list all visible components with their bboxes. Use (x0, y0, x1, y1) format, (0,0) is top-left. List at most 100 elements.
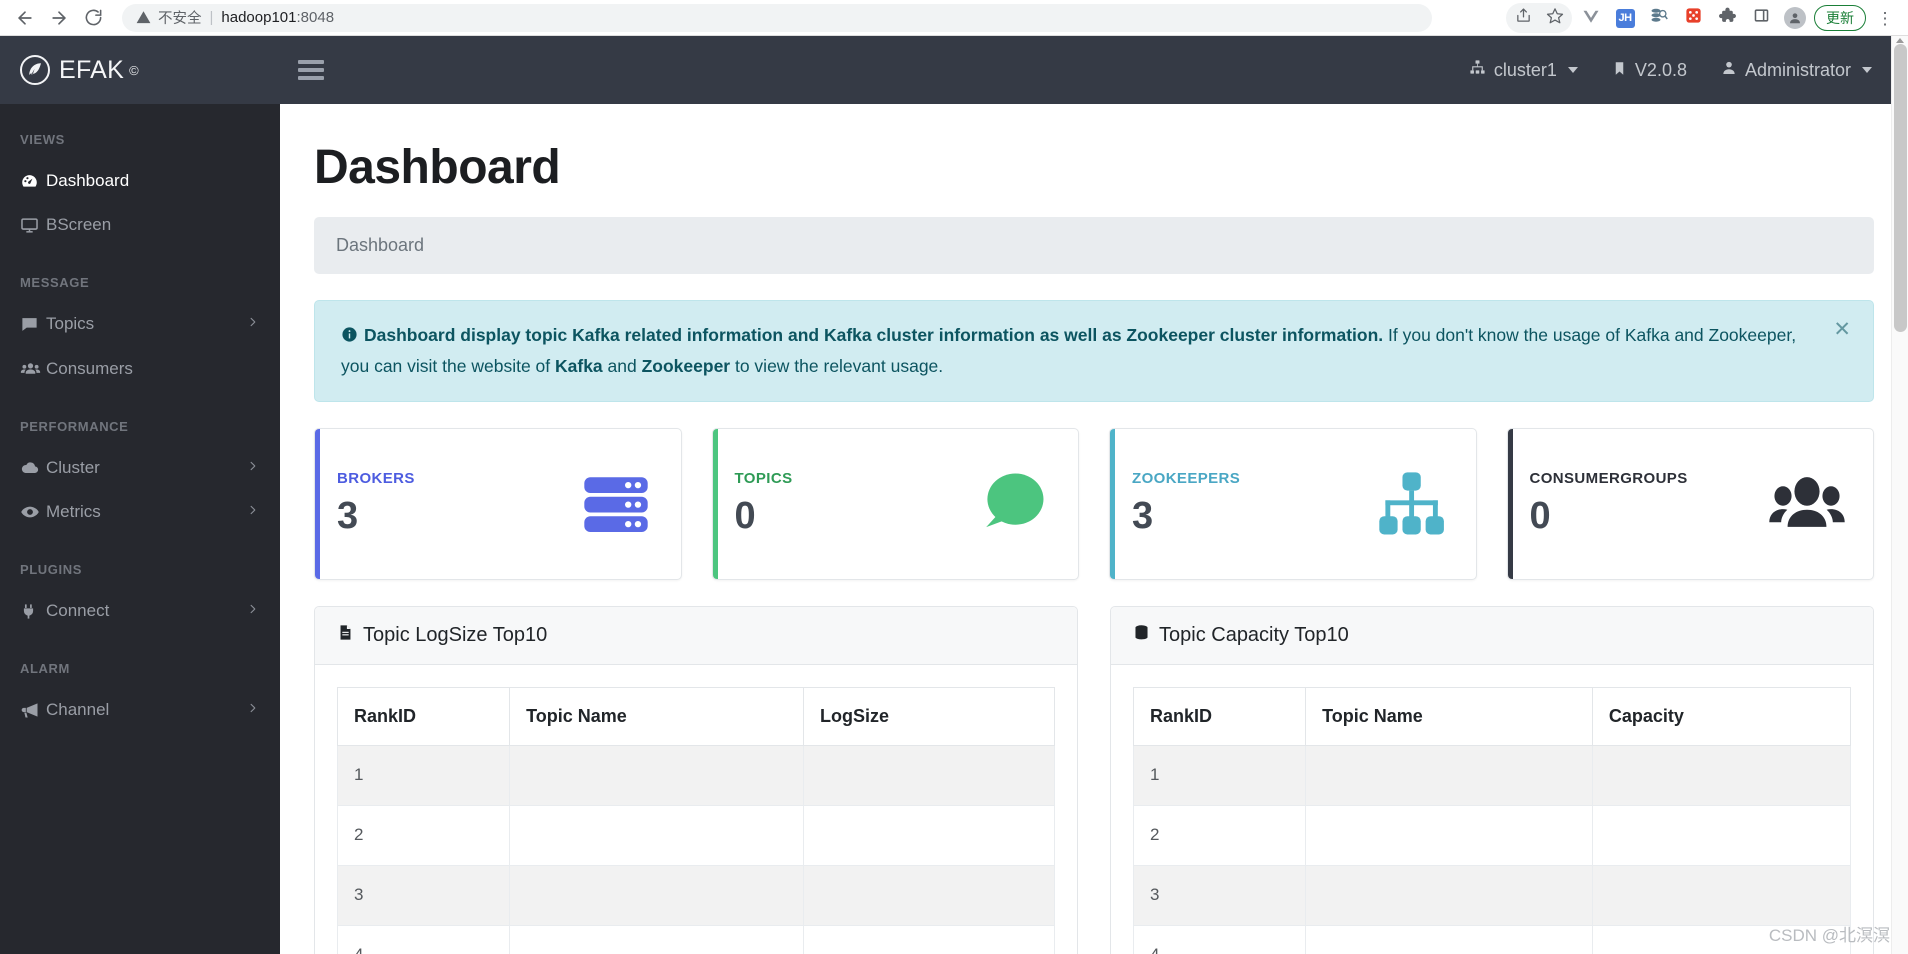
chevron-right-icon (247, 458, 258, 478)
table-row[interactable]: 1 (1132, 744, 1852, 806)
sidebar-item-metrics[interactable]: Metrics (0, 490, 280, 534)
cell-rankid: 2 (336, 804, 511, 866)
chevron-down-icon (1862, 67, 1872, 73)
breadcrumb-current: Dashboard (336, 235, 425, 255)
bookmark-icon (1612, 60, 1627, 81)
page-content: Dashboard Dashboard Dashboard display to… (280, 104, 1908, 954)
alert-close-button[interactable]: ✕ (1833, 319, 1851, 340)
cell-rankid: 2 (1132, 804, 1307, 866)
stat-cards-row: BROKERS 3 TOPICS 0 ZOOKEEPERS 3 CONSUMER… (314, 427, 1874, 580)
table-row[interactable]: 4 (1132, 924, 1852, 954)
browser-toolbar: 不安全 | hadoop101 :8048 JH 更新 ⋮ (0, 0, 1908, 36)
card-text: CONSUMERGROUPS 0 (1530, 470, 1768, 538)
sidebar-item-label: Consumers (46, 358, 133, 378)
sidebar-item-dashboard[interactable]: Dashboard (0, 159, 280, 203)
page-scrollbar[interactable] (1891, 36, 1908, 954)
version-indicator[interactable]: V2.0.8 (1612, 60, 1687, 81)
browser-toolbar-icons: JH 更新 ⋮ (1506, 0, 1900, 36)
side-panel-button[interactable] (1746, 3, 1776, 33)
url-host: hadoop101 (221, 9, 297, 26)
proxy-icon (1650, 7, 1668, 30)
table-row[interactable]: 1 (336, 744, 1055, 806)
server-stack-icon (577, 465, 655, 543)
col-rankid: RankID (336, 686, 511, 746)
stat-card-consumergroups[interactable]: CONSUMERGROUPS 0 (1506, 427, 1874, 580)
vue-devtools-button[interactable] (1576, 3, 1606, 33)
table-row[interactable]: 3 (1132, 864, 1852, 926)
extensions-button[interactable] (1712, 3, 1742, 33)
col-topic-name: Topic Name (509, 686, 805, 746)
cell-topic-name (509, 744, 805, 806)
scrollbar-thumb[interactable] (1894, 44, 1907, 332)
chevron-right-icon (247, 700, 258, 720)
jh-toolbox-button[interactable]: JH (1610, 3, 1640, 33)
hamburger-bar (298, 60, 324, 64)
table-row[interactable]: 4 (336, 924, 1055, 954)
panel-topic-capacity: Topic Capacity Top10 RankID Topic Name C… (1110, 605, 1874, 954)
update-button[interactable]: 更新 (1814, 5, 1866, 31)
sidebar-item-topics[interactable]: Topics (0, 302, 280, 346)
cluster-selector[interactable]: cluster1 (1469, 59, 1578, 81)
cell-topic-name (509, 804, 805, 866)
sidebar-item-consumers[interactable]: Consumers (0, 346, 280, 391)
cell-capacity (1591, 804, 1852, 866)
cell-logsize (803, 924, 1055, 954)
sidebar-item-connect[interactable]: Connect (0, 589, 280, 633)
hamburger-menu-icon[interactable] (298, 60, 324, 80)
table-row[interactable]: 2 (1132, 804, 1852, 866)
stat-card-zookeepers[interactable]: ZOOKEEPERS 3 (1109, 427, 1477, 580)
user-icon (1721, 60, 1737, 81)
chevron-right-icon (247, 314, 258, 334)
efak-feather-logo-icon (20, 55, 50, 85)
omnibox-actions-group (1506, 3, 1572, 33)
insecure-label: 不安全 (158, 11, 202, 27)
sidepanel-icon (1753, 7, 1770, 29)
main-area: cluster1 V2.0.8 Administrator Dashboard … (280, 36, 1908, 954)
back-button[interactable] (10, 3, 40, 33)
alert-bold-lead: Dashboard display topic Kafka related in… (364, 325, 1384, 345)
table-head: RankID Topic Name LogSize (336, 686, 1055, 746)
table-row[interactable]: 2 (336, 804, 1055, 866)
browser-menu-button[interactable]: ⋮ (1870, 3, 1900, 33)
jh-toolbox-icon: JH (1615, 8, 1635, 28)
reload-button[interactable] (78, 3, 108, 33)
brand-header[interactable]: EFAK © (0, 36, 280, 104)
sidebar-section-message: MESSAGE (20, 275, 90, 290)
cell-logsize (803, 804, 1055, 866)
panel-header: Topic Capacity Top10 (1111, 606, 1873, 665)
proxy-extension-button[interactable] (1644, 3, 1674, 33)
reload-icon (84, 8, 103, 27)
col-topic-name: Topic Name (1305, 686, 1593, 746)
table-head: RankID Topic Name Capacity (1132, 686, 1852, 746)
panel-title: Topic LogSize Top10 (363, 623, 548, 646)
panel-topic-logsize: Topic LogSize Top10 RankID Topic Name Lo… (314, 605, 1078, 954)
topic-logsize-table: RankID Topic Name LogSize 1 2 3 (336, 686, 1055, 954)
table-row[interactable]: 3 (336, 864, 1055, 926)
sidebar-item-bscreen[interactable]: BScreen (0, 203, 280, 247)
sidebar-item-channel[interactable]: Channel (0, 688, 280, 732)
address-bar[interactable]: 不安全 | hadoop101 :8048 (122, 3, 1432, 32)
file-text-icon (337, 623, 354, 648)
user-menu[interactable]: Administrator (1721, 60, 1872, 81)
sidebar-item-label: Metrics (46, 502, 101, 521)
alert-link-zookeeper[interactable]: Zookeeper (642, 356, 731, 376)
info-circle-icon (341, 323, 358, 352)
profile-button[interactable] (1780, 3, 1810, 33)
share-button[interactable] (1508, 3, 1538, 33)
sidebar-item-cluster[interactable]: Cluster (0, 446, 280, 490)
card-accent-bar (1507, 428, 1513, 579)
alert-link-kafka[interactable]: Kafka (555, 356, 603, 376)
scroll-up-arrow-icon[interactable] (1896, 38, 1904, 43)
bookmark-star-icon (1546, 7, 1564, 30)
stat-card-brokers[interactable]: BROKERS 3 (314, 427, 682, 580)
card-text: ZOOKEEPERS 3 (1132, 470, 1372, 538)
forward-button[interactable] (44, 3, 74, 33)
cell-logsize (803, 744, 1055, 806)
stat-card-topics[interactable]: TOPICS 0 (711, 427, 1079, 580)
dice-extension-button[interactable] (1678, 3, 1708, 33)
cell-rankid: 3 (1132, 864, 1307, 926)
cell-rankid: 3 (336, 864, 511, 926)
table-body: 1 2 3 (1132, 744, 1852, 954)
tables-row: Topic LogSize Top10 RankID Topic Name Lo… (314, 605, 1874, 954)
bookmark-button[interactable] (1540, 3, 1570, 33)
